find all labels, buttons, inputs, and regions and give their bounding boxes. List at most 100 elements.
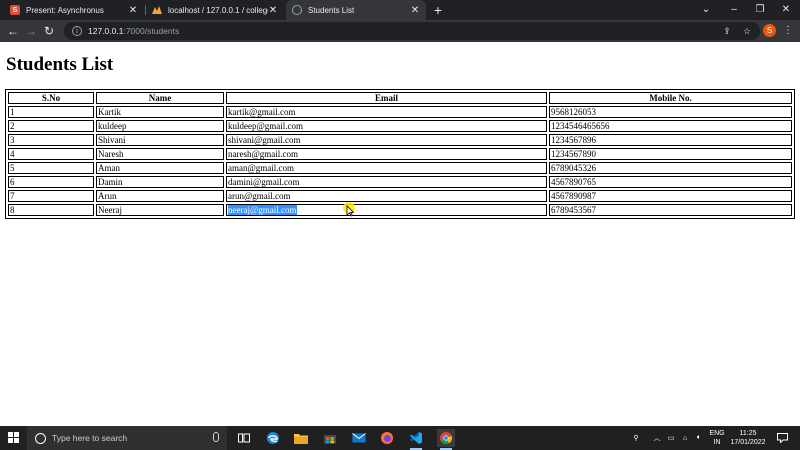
- cell-mobile: 1234546465656: [549, 120, 792, 132]
- cell-sno: 3: [8, 134, 94, 146]
- cell-sno: 8: [8, 204, 94, 216]
- table-row: 6 Damin damini@gmail.com 4567890765: [8, 176, 792, 188]
- phpmyadmin-favicon-icon: [152, 5, 162, 15]
- students-table: S.No Name Email Mobile No. 1 Kartik kart…: [5, 89, 795, 219]
- page-title: Students List: [6, 54, 114, 75]
- cell-email: neeraj@gmail.com: [226, 204, 547, 216]
- tab-title: localhost / 127.0.0.1 / college / s: [168, 5, 268, 15]
- input-language-indicator[interactable]: ENG IN: [708, 429, 726, 447]
- cell-email: aman@gmail.com: [226, 162, 547, 174]
- bookmark-star-icon[interactable]: ☆: [740, 22, 754, 40]
- edge-browser-icon[interactable]: [264, 429, 282, 447]
- site-info-icon[interactable]: i: [72, 26, 82, 36]
- cell-email: kartik@gmail.com: [226, 106, 547, 118]
- table-row: 1 Kartik kartik@gmail.com 9568126053: [8, 106, 792, 118]
- firefox-icon[interactable]: [378, 429, 396, 447]
- cell-name: Neeraj: [96, 204, 224, 216]
- tab-title: Students List: [308, 5, 355, 15]
- tab-close-icon[interactable]: ✕: [128, 5, 138, 16]
- network-icon[interactable]: ⌂: [679, 426, 691, 450]
- column-header-mobile: Mobile No.: [549, 92, 792, 104]
- language-region: IN: [713, 439, 721, 446]
- language-code: ENG: [709, 430, 725, 437]
- table-row: 4 Naresh naresh@gmail.com 1234567890: [8, 148, 792, 160]
- cell-email: naresh@gmail.com: [226, 148, 547, 160]
- browser-tab-strip: S Present: Asynchronus ✕ localhost / 127…: [0, 0, 800, 20]
- cell-name: Kartik: [96, 106, 224, 118]
- file-explorer-icon[interactable]: [292, 429, 310, 447]
- forward-button[interactable]: →: [22, 22, 40, 40]
- vscode-icon[interactable]: [407, 429, 425, 450]
- windows-taskbar: Type here to search ⚲ ︿ ▭ ⌂ 🔈︎ ENG IN 11…: [0, 426, 800, 450]
- tab-close-icon[interactable]: ✕: [410, 5, 420, 16]
- cell-email: arun@gmail.com: [226, 190, 547, 202]
- close-window-button[interactable]: ✕: [772, 0, 800, 20]
- taskbar-clock[interactable]: 11:25 17/01/2022: [725, 429, 771, 447]
- url-text[interactable]: 127.0.0.1:7000/students: [88, 26, 179, 36]
- cell-mobile: 1234567896: [549, 134, 792, 146]
- tab-title: Present: Asynchronus: [26, 5, 104, 15]
- tab-students-list[interactable]: Students List ✕: [286, 0, 426, 20]
- cell-mobile: 4567890987: [549, 190, 792, 202]
- cell-email: damini@gmail.com: [226, 176, 547, 188]
- new-tab-button[interactable]: +: [430, 2, 446, 18]
- menu-kebab-icon[interactable]: ⋮: [782, 22, 794, 40]
- page-content: Students List S.No Name Email Mobile No.…: [0, 42, 800, 426]
- task-view-icon[interactable]: [235, 429, 253, 447]
- slides-favicon-icon: S: [10, 5, 20, 15]
- cell-name: Damin: [96, 176, 224, 188]
- globe-favicon-icon: [292, 5, 302, 15]
- cell-name: Aman: [96, 162, 224, 174]
- table-row: 8 Neeraj neeraj@gmail.com 6789453567: [8, 204, 792, 216]
- taskbar-search-box[interactable]: Type here to search: [27, 426, 227, 450]
- battery-icon[interactable]: ▭: [665, 426, 677, 450]
- mail-icon[interactable]: [350, 429, 368, 447]
- tab-present-asynchronus[interactable]: S Present: Asynchronus ✕: [4, 0, 144, 20]
- cell-name: Shivani: [96, 134, 224, 146]
- minimize-button[interactable]: –: [720, 0, 748, 20]
- restore-button[interactable]: ❐: [746, 0, 774, 20]
- table-row: 3 Shivani shivani@gmail.com 1234567896: [8, 134, 792, 146]
- share-icon[interactable]: ⇪: [720, 22, 734, 40]
- microphone-icon[interactable]: [213, 432, 219, 442]
- table-row: 5 Aman aman@gmail.com 6789045326: [8, 162, 792, 174]
- cell-mobile: 9568126053: [549, 106, 792, 118]
- cell-sno: 1: [8, 106, 94, 118]
- cell-sno: 7: [8, 190, 94, 202]
- tab-search-chevron-icon[interactable]: ⌄: [692, 0, 720, 20]
- people-icon[interactable]: ⚲: [630, 426, 642, 450]
- table-header-row: S.No Name Email Mobile No.: [8, 92, 792, 104]
- cell-name: kuldeep: [96, 120, 224, 132]
- cell-sno: 2: [8, 120, 94, 132]
- cell-mobile: 4567890765: [549, 176, 792, 188]
- microsoft-store-icon[interactable]: [321, 429, 339, 447]
- cell-name: Naresh: [96, 148, 224, 160]
- column-header-sno: S.No: [8, 92, 94, 104]
- cell-mobile: 1234567890: [549, 148, 792, 160]
- column-header-name: Name: [96, 92, 224, 104]
- table-row: 2 kuldeep kuldeep@gmail.com 123454646565…: [8, 120, 792, 132]
- reload-button[interactable]: ↻: [40, 22, 58, 40]
- mouse-cursor-icon: [346, 205, 354, 217]
- chrome-icon[interactable]: [437, 429, 455, 450]
- cell-sno: 5: [8, 162, 94, 174]
- windows-start-icon[interactable]: [8, 432, 20, 444]
- tab-phpmyadmin[interactable]: localhost / 127.0.0.1 / college / s ✕: [146, 0, 284, 20]
- selected-email-text[interactable]: neeraj@gmail.com: [228, 205, 297, 215]
- notifications-icon[interactable]: [774, 426, 790, 450]
- cell-sno: 6: [8, 176, 94, 188]
- address-bar[interactable]: i 127.0.0.1:7000/students ⇪ ☆: [64, 22, 760, 40]
- cell-email: kuldeep@gmail.com: [226, 120, 547, 132]
- profile-avatar[interactable]: S: [763, 24, 776, 37]
- volume-icon[interactable]: 🔈︎: [693, 426, 705, 450]
- cell-name: Arun: [96, 190, 224, 202]
- cortana-circle-icon: [35, 432, 46, 444]
- column-header-email: Email: [226, 92, 547, 104]
- cell-email: shivani@gmail.com: [226, 134, 547, 146]
- clock-time: 11:25: [739, 430, 757, 437]
- back-button[interactable]: ←: [4, 22, 22, 40]
- tab-close-icon[interactable]: ✕: [268, 5, 278, 16]
- cell-mobile: 6789453567: [549, 204, 792, 216]
- show-hidden-icons-chevron-icon[interactable]: ︿: [651, 426, 663, 450]
- search-placeholder: Type here to search: [52, 433, 128, 443]
